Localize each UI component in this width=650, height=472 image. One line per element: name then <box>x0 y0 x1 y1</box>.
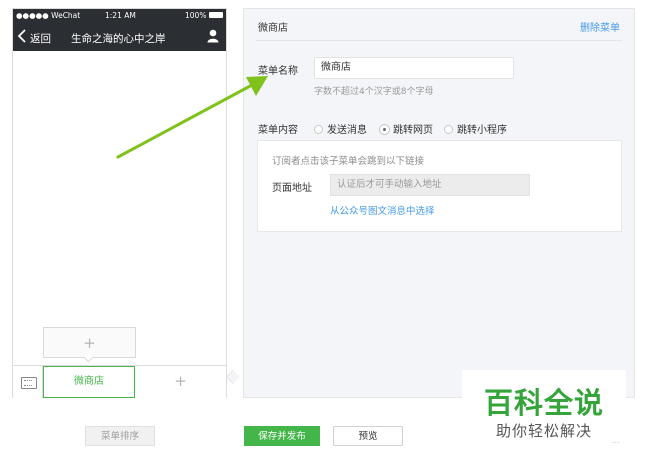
menu-item-weishop[interactable]: 微商店 <box>43 366 135 398</box>
chevron-left-icon[interactable] <box>18 29 26 43</box>
url-label: 页面地址 <box>272 183 312 194</box>
chat-area <box>13 51 226 363</box>
keyboard-toggle[interactable] <box>13 366 43 398</box>
editor-pointer <box>225 369 241 385</box>
keyboard-icon <box>21 377 37 389</box>
name-hint: 字数不超过4个汉字或8个字母 <box>314 87 434 97</box>
menu-editor-panel: 微商店 删除菜单 菜单名称 微商店 字数不超过4个汉字或8个字母 菜单内容 发送… <box>243 8 635 398</box>
link-description: 订阅者点击该子菜单会跳到以下链接 <box>272 156 425 167</box>
menu-name-input[interactable]: 微商店 <box>314 57 514 79</box>
radio-send-message[interactable]: 发送消息 <box>314 121 367 136</box>
status-time: 1:21 AM <box>105 11 136 20</box>
watermark-subtitle: 助你轻松解决 <box>495 422 592 440</box>
preview-button[interactable]: 预览 <box>333 426 403 446</box>
battery-icon <box>209 12 223 18</box>
status-battery-text: 100% <box>185 11 207 20</box>
watermark-title: 百科全说 <box>483 386 604 420</box>
url-input[interactable]: 认证后才可手动输入地址 <box>330 174 530 196</box>
name-label: 菜单名称 <box>258 66 298 77</box>
phone-menu-bar: 微商店 + <box>13 365 226 398</box>
phone-preview: ●●●●● WeChat 1:21 AM 100% 返回 生命之海的心中之岸 +… <box>12 8 227 398</box>
status-carrier: ●●●●● WeChat <box>16 11 81 20</box>
phone-status-bar: ●●●●● WeChat 1:21 AM 100% <box>13 9 226 23</box>
divider <box>256 40 622 41</box>
link-settings-box: 订阅者点击该子菜单会跳到以下链接 页面地址 认证后才可手动输入地址 从公众号图文… <box>257 140 622 232</box>
radio-icon <box>444 125 453 134</box>
content-label: 菜单内容 <box>258 125 298 136</box>
watermark-corner: ... <box>612 436 620 445</box>
radio-open-webpage[interactable]: 跳转网页 <box>380 121 433 136</box>
radio-icon <box>314 125 323 134</box>
delete-menu-link[interactable]: 删除菜单 <box>580 19 620 34</box>
radio-label: 跳转小程序 <box>457 125 507 136</box>
editor-title: 微商店 <box>258 23 288 34</box>
sort-menu-button[interactable]: 菜单排序 <box>85 426 155 446</box>
back-button[interactable]: 返回 <box>30 31 51 46</box>
account-title: 生命之海的心中之岸 <box>71 33 166 45</box>
radio-open-miniprogram[interactable]: 跳转小程序 <box>444 121 507 136</box>
pick-from-articles-link[interactable]: 从公众号图文消息中选择 <box>330 203 435 217</box>
save-publish-button[interactable]: 保存并发布 <box>244 426 320 446</box>
phone-nav-bar: 返回 生命之海的心中之岸 <box>13 23 226 51</box>
radio-label: 发送消息 <box>327 125 367 136</box>
add-submenu-button[interactable]: + <box>44 334 135 352</box>
radio-checked-icon <box>380 125 389 134</box>
user-profile-icon[interactable] <box>207 29 219 43</box>
radio-label: 跳转网页 <box>393 125 433 136</box>
watermark: 百科全说 助你轻松解决 <box>462 370 626 452</box>
add-menu-button[interactable]: + <box>135 366 226 398</box>
